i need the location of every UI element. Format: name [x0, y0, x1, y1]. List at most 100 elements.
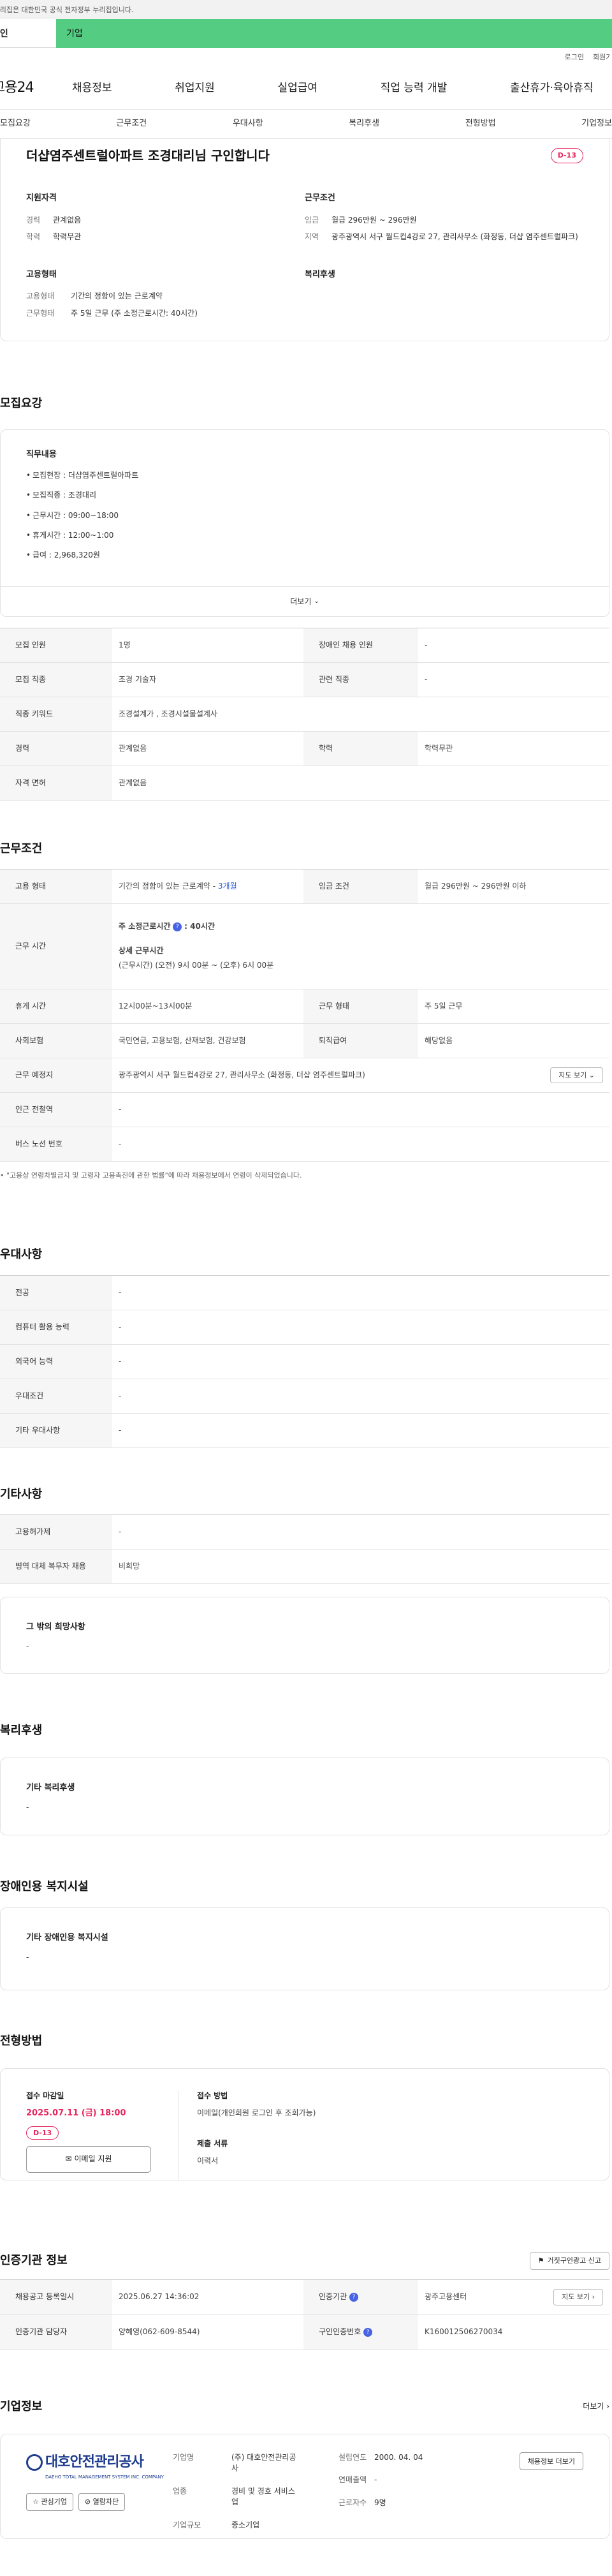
summary-emp-value: 기간의 정함이 있는 근로계약 [71, 292, 163, 301]
row-value: - [112, 1310, 609, 1345]
method-title: 접수 방법 [197, 2091, 228, 2100]
help-icon[interactable]: ? [349, 2292, 358, 2302]
row-value: - [112, 1344, 609, 1379]
sales-value: - [374, 2475, 377, 2485]
row-value: 관계없음 [112, 731, 303, 766]
table-row: 기타 우대사항 - [0, 1413, 609, 1448]
employees-value: 9명 [374, 2498, 386, 2507]
company-jobs-button[interactable]: 채용정보 더보기 [519, 2452, 583, 2470]
help-icon[interactable]: ? [173, 922, 182, 931]
chevron-right-icon: › [592, 2293, 595, 2302]
company-more-link[interactable]: 더보기 › [583, 2401, 609, 2412]
login-link[interactable]: 로그인 [565, 52, 584, 63]
tab-conditions[interactable]: 근무조건 [116, 118, 147, 130]
utility-bar: 로그인 회원가입 [0, 48, 612, 67]
industry-value: 경비 및 경호 서비스업 [231, 2486, 295, 2507]
tab-selection[interactable]: 전형방법 [465, 118, 496, 130]
docs-title: 제출 서류 [197, 2138, 228, 2148]
tab-preferences[interactable]: 우대사항 [233, 118, 263, 130]
gnb-parental-leave[interactable]: 출산휴가·육아휴직 [510, 80, 612, 96]
gnb-training[interactable]: 직업 능력 개발 [381, 80, 448, 96]
selection-section-title: 전형방법 [0, 2034, 43, 2048]
signup-link[interactable]: 회원가입 [593, 52, 609, 63]
help-icon[interactable]: ? [363, 2327, 373, 2337]
tab-recruit[interactable]: 모집요강 [0, 118, 31, 130]
gnb-jobs[interactable]: 채용정보 [72, 80, 112, 96]
dday-badge: D-13 [26, 2126, 59, 2140]
more-button[interactable]: 더보기 ⌄ [1, 586, 609, 617]
summary-area-label: 지역 [305, 232, 319, 242]
table-row: 직종 키워드 조경설계가 , 조경시설물설계사 [0, 697, 609, 732]
duty-item: 모집현장 : 더샵염주센트럴아파트 [26, 470, 583, 482]
row-value: 학력무관 [418, 731, 609, 766]
row-label: 모집 인원 [0, 628, 112, 663]
table-row: 외국어 능력 - [0, 1344, 609, 1379]
disability-box-value: - [26, 1952, 29, 1962]
duty-title: 직무내용 [26, 450, 57, 459]
preferences-table: 전공 - 컴퓨터 활용 능력 - 외국어 능력 - 우대조건 - 기타 우대사항 - [0, 1275, 609, 1448]
table-row: 사회보험 국민연금, 고용보험, 산재보험, 건강보험 퇴직급여 해당없음 [0, 1023, 609, 1058]
map-button-label: 지도 보기 [558, 1070, 587, 1079]
agency-map-button[interactable]: 지도 보기 › [553, 2289, 603, 2306]
deadline-value: 2025.07.11 (금) 18:00 [26, 2108, 126, 2119]
row-value: - [418, 662, 609, 697]
summary-emp-label: 고용형태 [26, 292, 55, 301]
table-row: 병역 대체 복무자 채용 비희망 [0, 1549, 609, 1584]
deadline-column: 접수 마감일 2025.07.11 (금) 18:00 D-13 ✉ 이메일 지원 [26, 2091, 179, 2180]
report-button[interactable]: ⚑ 거짓구인광고 신고 [529, 2252, 609, 2270]
summary-emp-title: 고용형태 [26, 269, 57, 279]
table-row: 고용허가제 - [0, 1514, 609, 1550]
block-view-button[interactable]: ⊘ 열람차단 [78, 2493, 126, 2511]
row-value: 비희망 [112, 1549, 609, 1584]
summary-qual-title: 지원자격 [26, 193, 57, 203]
contract-months: 3개월 [217, 881, 237, 891]
row-value: 월급 296만원 ~ 296만원 이하 [418, 869, 609, 904]
row-value: - [112, 1413, 609, 1448]
gnb-employment-support[interactable]: 취업지원 [175, 80, 215, 96]
summary-work-label: 근무형태 [26, 308, 55, 318]
row-value: 주 5일 근무 [418, 989, 609, 1024]
weekly-hours-value: : 40시간 [184, 922, 215, 931]
summary-career-label: 경력 [26, 215, 41, 225]
tab-welfare[interactable]: 복리후생 [349, 118, 379, 130]
tab-company[interactable]: 기업 [56, 19, 612, 48]
site-logo[interactable]: 고용24 [0, 78, 72, 98]
other-wish-value: - [26, 1641, 29, 1651]
tab-company[interactable]: 기업정보 [581, 118, 612, 130]
row-value: 국민연금, 고용보험, 산재보험, 건강보험 [112, 1023, 303, 1058]
welfare-box-value: - [26, 1802, 29, 1812]
row-label: 버스 노선 번호 [0, 1127, 112, 1162]
work-place-value: 광주광역시 서구 월드컵4강로 27, 관리사무소 (화정동, 더샵 염주센트럴… [119, 1070, 365, 1079]
table-row: 모집 인원 1명 장애인 채용 인원 - [0, 628, 609, 663]
user-type-switch: 개인 기업 [0, 19, 612, 48]
weekly-hours-label: 주 소정근로시간 [119, 922, 171, 931]
row-value: - [112, 1275, 609, 1310]
gnb-unemployment[interactable]: 실업급여 [277, 80, 317, 96]
summary-wage-label: 임금 [305, 215, 319, 225]
row-label: 외국어 능력 [0, 1344, 112, 1379]
detail-hours-label: 상세 근무시간 [119, 945, 164, 955]
gnb-menu: 채용정보 취업지원 실업급여 직업 능력 개발 출산휴가·육아휴직 [72, 80, 612, 96]
emp-type-value: 기간의 정함이 있는 근로계약 - [119, 881, 216, 891]
chevron-right-icon: › [606, 2402, 609, 2411]
duty-box: 직무내용 모집현장 : 더샵염주센트럴아파트 모집직종 : 조경대리 근무시간 … [0, 429, 609, 617]
company-logo: 대호안전관리공사 [26, 2452, 173, 2473]
map-button[interactable]: 지도 보기 ⌄ [550, 1067, 603, 1084]
summary-conditions: 근무조건 임금 월급 296만원 ~ 296만원 지역 광주광역시 서구 월드컵4강… [305, 193, 583, 249]
company-logo-sub: DAEHO TOTAL MANAGEMENT SYSTEM INC. COMPA… [45, 2474, 164, 2480]
table-row: 경력 관계없음 학력 학력무관 [0, 731, 609, 766]
block-icon: ⊘ [84, 2498, 91, 2506]
method-value: 이메일(개인회원 로그인 후 조회가능) [197, 2108, 316, 2118]
tab-personal[interactable]: 개인 [0, 19, 56, 48]
row-label: 휴게 시간 [0, 989, 112, 1024]
summary-area-value: 광주광역시 서구 월드컵4강로 27, 관리사무소 (화정동, 더샵 염주센트럴… [332, 232, 578, 242]
size-value: 중소기업 [231, 2520, 260, 2529]
email-apply-button[interactable]: ✉ 이메일 지원 [26, 2146, 151, 2173]
summary-edu-label: 학력 [26, 232, 41, 242]
row-label: 사회보험 [0, 1023, 112, 1058]
chevron-down-icon: ⌄ [314, 598, 319, 605]
table-row: 인근 전철역 - [0, 1092, 609, 1127]
table-row: 우대조건 - [0, 1379, 609, 1414]
favorite-company-button[interactable]: ☆ 관심기업 [26, 2493, 73, 2511]
block-label: 열람차단 [92, 2498, 119, 2506]
